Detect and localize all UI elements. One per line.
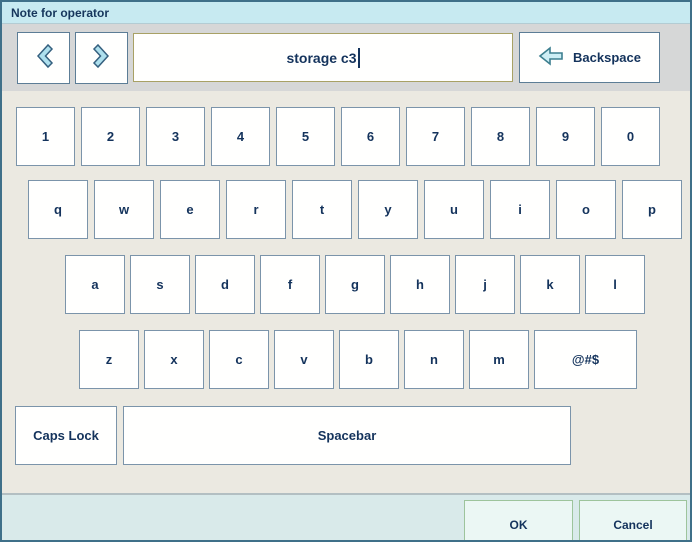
key-i[interactable]: i [490,180,550,239]
key-0[interactable]: 0 [601,107,660,166]
key-y[interactable]: y [358,180,418,239]
keyboard-row-space: Caps Lock Spacebar [2,406,690,465]
onscreen-keyboard: 1 2 3 4 5 6 7 8 9 0 q w e r t y u i o p … [2,107,690,493]
chevron-right-icon [90,43,114,74]
key-7[interactable]: 7 [406,107,465,166]
key-z[interactable]: z [79,330,139,389]
key-3[interactable]: 3 [146,107,205,166]
key-p[interactable]: p [622,180,682,239]
keyboard-row-home: a s d f g h j k l [2,255,690,314]
cursor-left-button[interactable] [17,32,70,84]
key-k[interactable]: k [520,255,580,314]
key-n[interactable]: n [404,330,464,389]
key-j[interactable]: j [455,255,515,314]
key-t[interactable]: t [292,180,352,239]
chevron-left-icon [32,43,56,74]
cursor-right-button[interactable] [75,32,128,84]
key-e[interactable]: e [160,180,220,239]
key-6[interactable]: 6 [341,107,400,166]
keyboard-row-numbers: 1 2 3 4 5 6 7 8 9 0 [2,107,690,166]
key-x[interactable]: x [144,330,204,389]
key-u[interactable]: u [424,180,484,239]
keyboard-row-qwerty: q w e r t y u i o p [2,180,690,239]
text-caret [358,48,360,68]
key-5[interactable]: 5 [276,107,335,166]
key-s[interactable]: s [130,255,190,314]
note-text-value: storage c3 [286,50,356,66]
backspace-arrow-icon [538,46,564,69]
key-2[interactable]: 2 [81,107,140,166]
key-8[interactable]: 8 [471,107,530,166]
key-r[interactable]: r [226,180,286,239]
cancel-button[interactable]: Cancel [579,500,687,542]
dialog-footer: OK Cancel [2,493,690,542]
dialog-title: Note for operator [11,6,109,20]
key-o[interactable]: o [556,180,616,239]
key-f[interactable]: f [260,255,320,314]
caps-lock-key[interactable]: Caps Lock [15,406,117,465]
note-for-operator-dialog: Note for operator storage c3 [0,0,692,542]
key-d[interactable]: d [195,255,255,314]
key-l[interactable]: l [585,255,645,314]
key-v[interactable]: v [274,330,334,389]
key-b[interactable]: b [339,330,399,389]
key-symbols[interactable]: @#$ [534,330,637,389]
key-1[interactable]: 1 [16,107,75,166]
ok-button[interactable]: OK [464,500,573,542]
key-q[interactable]: q [28,180,88,239]
key-a[interactable]: a [65,255,125,314]
backspace-label: Backspace [573,50,641,65]
key-9[interactable]: 9 [536,107,595,166]
key-h[interactable]: h [390,255,450,314]
key-w[interactable]: w [94,180,154,239]
keyboard-row-bottom: z x c v b n m @#$ [2,330,690,389]
key-m[interactable]: m [469,330,529,389]
spacebar-key[interactable]: Spacebar [123,406,571,465]
toolbar: storage c3 Backspace [2,24,690,91]
key-g[interactable]: g [325,255,385,314]
key-c[interactable]: c [209,330,269,389]
note-text-input[interactable]: storage c3 [133,33,513,82]
key-4[interactable]: 4 [211,107,270,166]
title-bar: Note for operator [2,2,690,24]
backspace-button[interactable]: Backspace [519,32,660,83]
